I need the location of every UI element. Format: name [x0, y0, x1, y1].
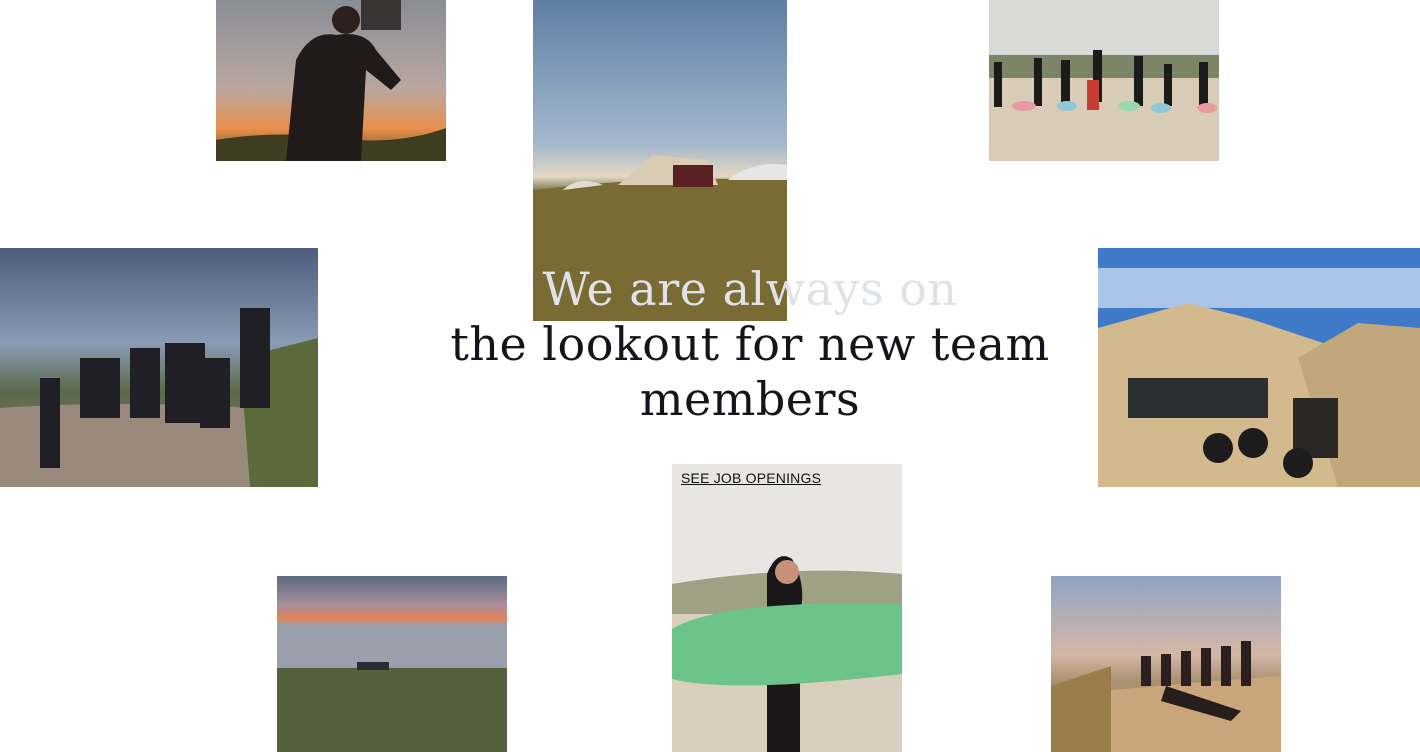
photo-surfer	[672, 464, 902, 752]
photo-tent-front	[1098, 248, 1420, 487]
page-headline: We are always on the lookout for new tea…	[440, 262, 1060, 427]
photo-team-dunes	[0, 248, 318, 487]
photo-team-sunset	[1051, 576, 1281, 752]
headline-line-2: the lookout for new team	[450, 317, 1050, 371]
photo-camera	[216, 0, 446, 161]
see-job-openings-link[interactable]: SEE JOB OPENINGS	[681, 470, 821, 486]
headline-line-1: We are always on	[542, 262, 958, 316]
photo-surf-group	[989, 0, 1219, 161]
headline-line-3: members	[639, 372, 861, 426]
photo-sunset	[277, 576, 507, 752]
